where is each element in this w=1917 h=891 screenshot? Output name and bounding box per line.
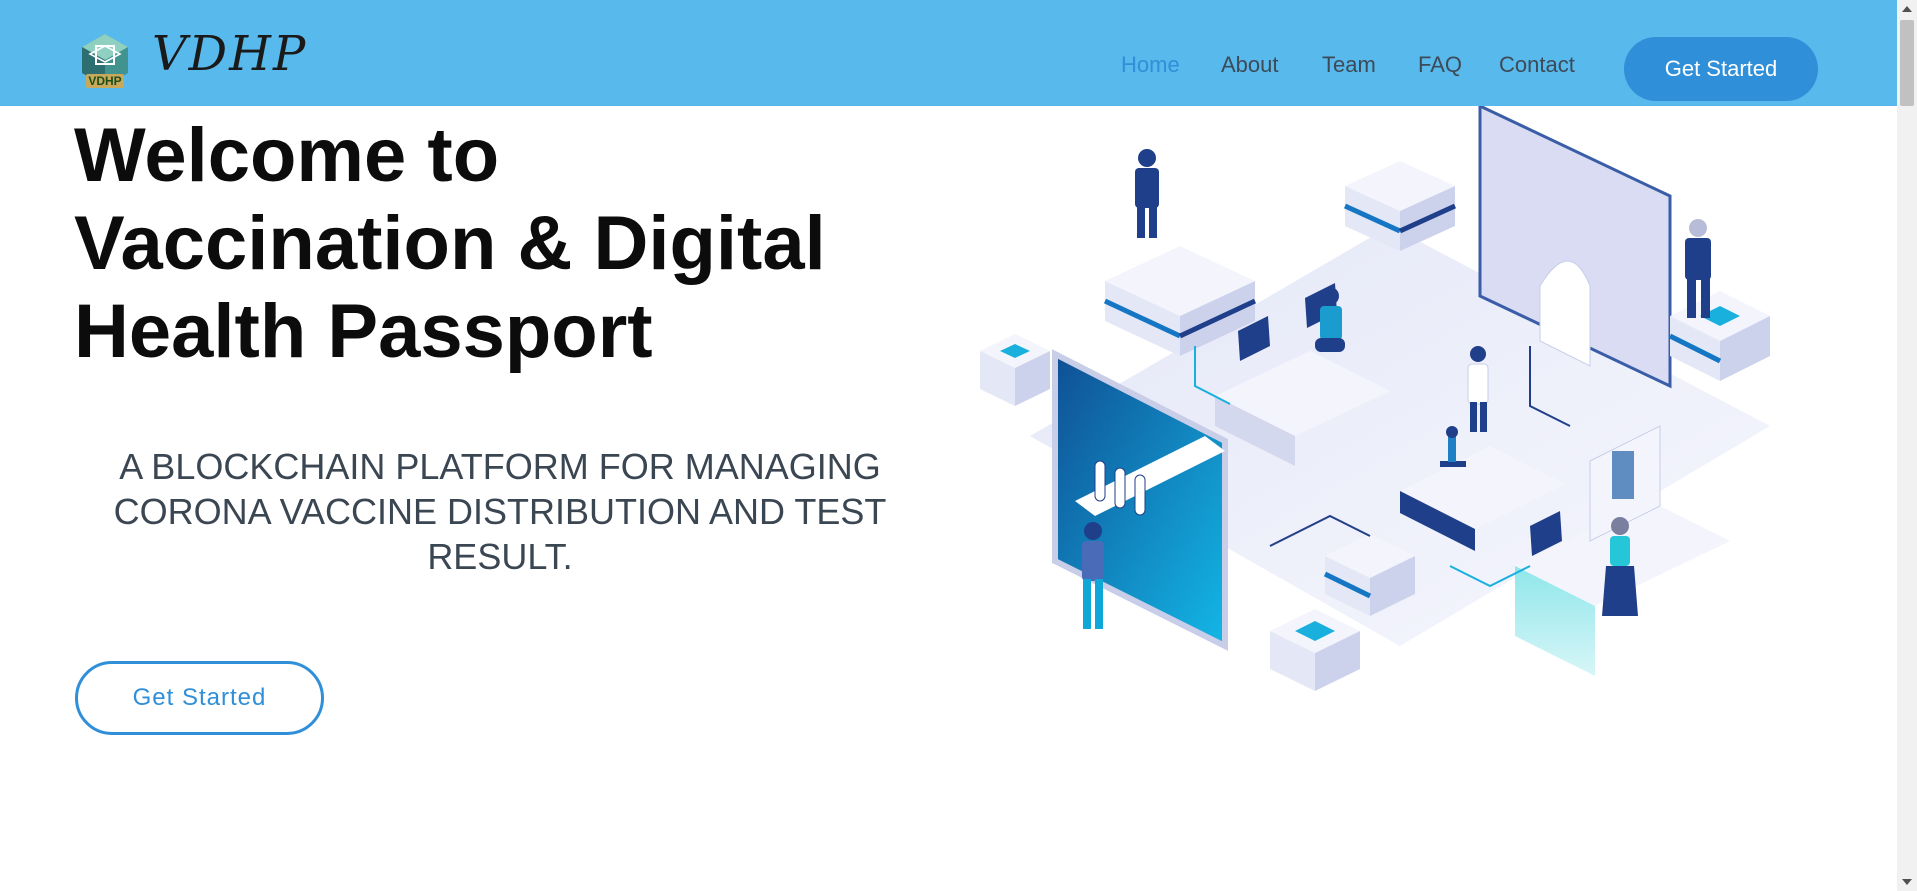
hero-title-line-1: Welcome to — [74, 113, 500, 198]
server-block-icon — [1343, 161, 1457, 251]
scroll-down-arrow-icon[interactable] — [1902, 879, 1912, 885]
vdhp-logo-icon[interactable]: VDHP — [76, 32, 134, 90]
top-navbar: VDHP VDHP Home About Team FAQ Contact Ge… — [0, 0, 1897, 106]
server-block-icon — [1270, 609, 1360, 691]
nav-item-faq[interactable]: FAQ — [1418, 52, 1462, 78]
scroll-up-arrow-icon[interactable] — [1902, 6, 1912, 12]
brand-name[interactable]: VDHP — [152, 26, 307, 82]
scrollbar-thumb[interactable] — [1900, 20, 1914, 106]
get-started-nav-button[interactable]: Get Started — [1624, 37, 1818, 101]
isometric-lab-illustration — [970, 103, 1820, 726]
nav-item-home[interactable]: Home — [1121, 52, 1180, 78]
person-figure-icon — [1135, 149, 1159, 238]
hero-title-line-3: Health Passport — [74, 289, 653, 374]
nav-item-contact[interactable]: Contact — [1499, 52, 1575, 78]
hero-title-line-2: Vaccination & Digital — [74, 201, 826, 286]
page-scrollbar[interactable] — [1897, 0, 1917, 891]
svg-text:VDHP: VDHP — [88, 74, 121, 88]
get-started-hero-button[interactable]: Get Started — [75, 661, 324, 735]
server-block-icon — [1668, 291, 1770, 381]
server-block-icon — [980, 334, 1050, 406]
hero-subtitle: A BLOCKCHAIN PLATFORM FOR MANAGING CORON… — [113, 446, 887, 577]
nav-item-team[interactable]: Team — [1322, 52, 1376, 78]
nav-item-about[interactable]: About — [1221, 52, 1279, 78]
hero-title: Welcome to Vaccination & Digital Health Pa… — [74, 112, 954, 376]
